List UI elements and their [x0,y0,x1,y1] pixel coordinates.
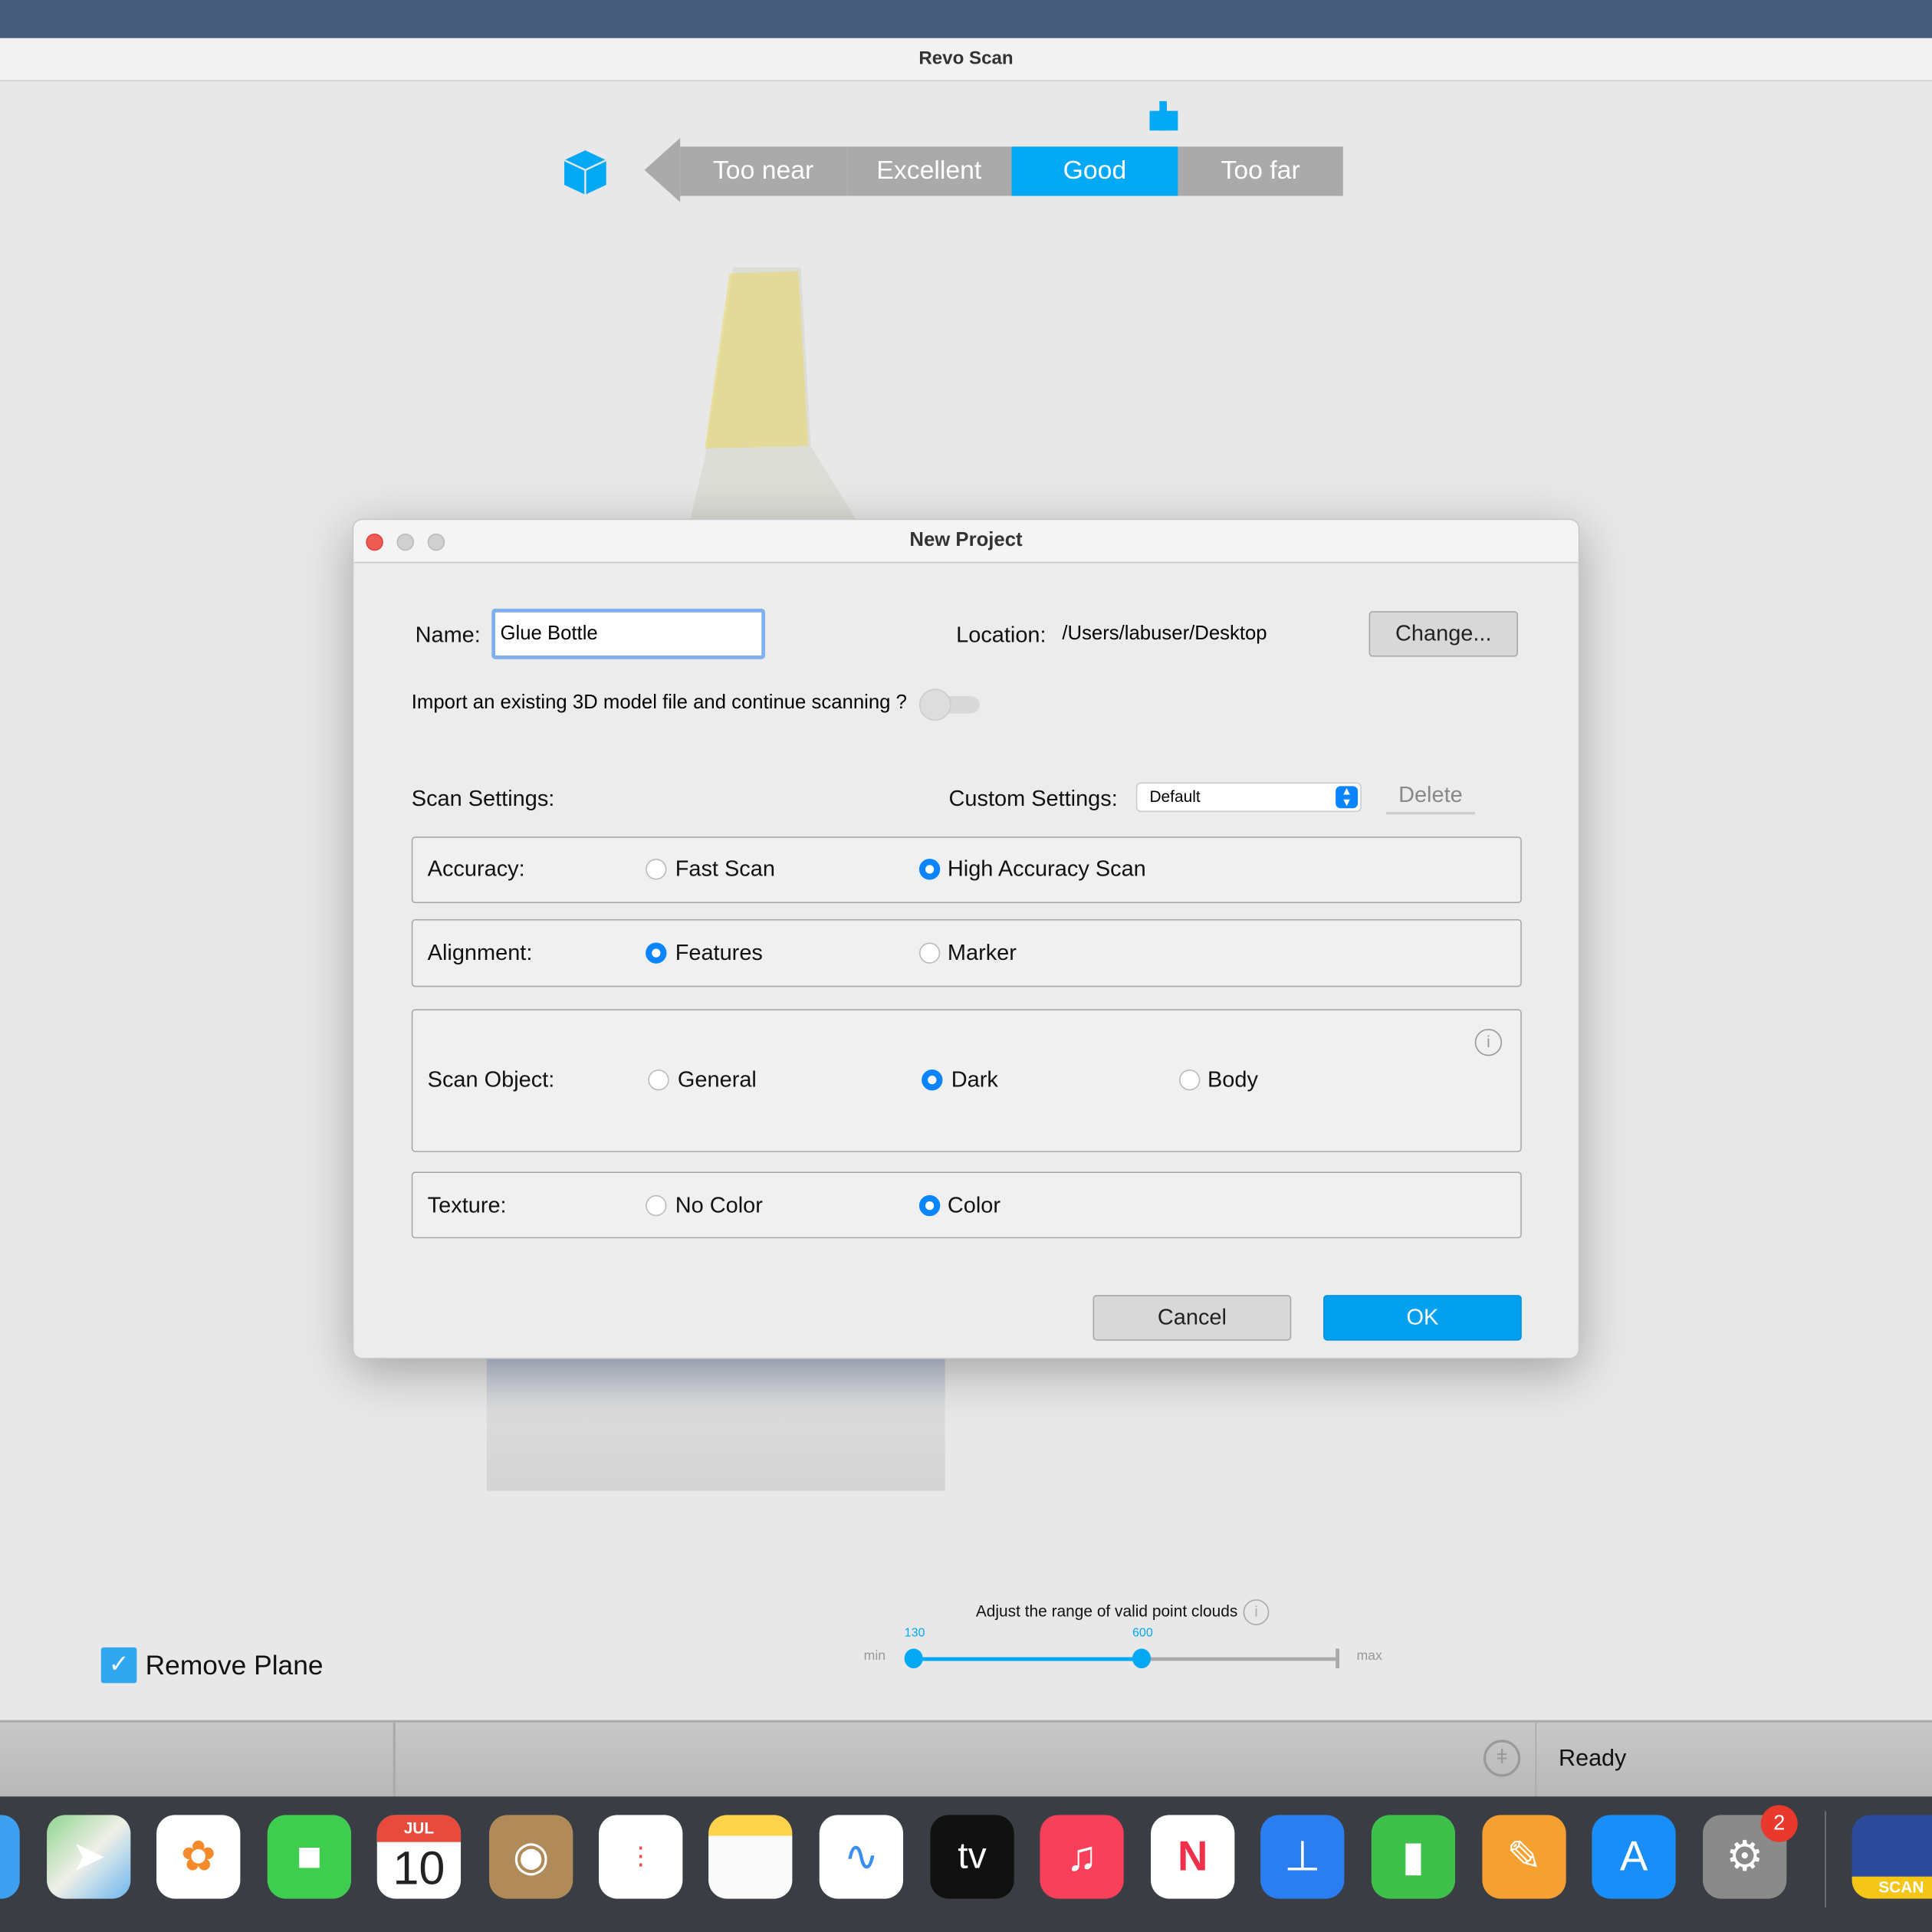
cube-icon[interactable] [563,149,607,196]
dock-maps-icon[interactable]: ➤ [47,1815,131,1899]
high-accuracy-radio[interactable] [918,859,941,880]
dock-photos-icon[interactable]: ✿ [156,1815,241,1899]
calendar-day: 10 [393,1843,445,1895]
range-max-label: max [1356,1648,1382,1664]
range-min-label: min [863,1648,886,1664]
range-high-handle[interactable] [1132,1648,1152,1669]
fast-scan-label[interactable]: Fast Scan [675,856,775,882]
point-cloud-preview [689,261,863,521]
chevron-updown-icon: ▲ ▼ [1336,786,1359,809]
tool-icon[interactable]: ǂ [1483,1740,1521,1777]
dock-facetime-icon[interactable]: ■ [267,1815,352,1899]
range-info-icon[interactable]: i [1243,1599,1270,1625]
custom-settings-select[interactable]: Default ▲ ▼ [1135,782,1362,813]
delete-button[interactable]: Delete [1386,783,1475,815]
accuracy-group: Accuracy: Fast Scan High Accuracy Scan [411,836,1522,904]
name-input[interactable]: Glue Bottle [491,608,766,659]
revo-scan-label: SCAN [1852,1876,1932,1899]
dock-freeform-icon[interactable]: ∿ [819,1815,904,1899]
range-low-value: 130 [904,1626,925,1641]
calendar-month: JUL [376,1815,462,1842]
scan-object-group: Scan Object: General Dark Body i [411,1009,1522,1152]
location-label: Location: [956,622,1046,647]
new-project-dialog: New Project Name: Glue Bottle Location: … [352,518,1580,1359]
status-bar: ǂ Ready [0,1720,1932,1797]
dock-tv-icon[interactable]: tv [930,1815,1014,1899]
distance-excellent: Excellent [846,146,1012,196]
custom-settings-label: Custom Settings: [948,786,1118,811]
dock-reminders-icon[interactable]: ⋮ [599,1815,683,1899]
range-high-value: 600 [1132,1626,1153,1641]
cancel-button[interactable]: Cancel [1092,1295,1292,1341]
status-divider [1535,1722,1537,1797]
fast-scan-radio[interactable] [646,859,667,880]
close-button[interactable] [366,533,383,551]
dock-keynote-icon[interactable]: ⊥ [1260,1815,1345,1899]
dock-music-icon[interactable]: ♫ [1040,1815,1124,1899]
marker-radio[interactable] [918,942,941,964]
zoom-button[interactable] [427,533,445,551]
tv-label: tv [958,1835,987,1877]
dark-label[interactable]: Dark [951,1067,998,1093]
dock-pages-icon[interactable]: ✎ [1482,1815,1566,1899]
color-radio[interactable] [918,1194,941,1217]
remove-plane-checkbox[interactable]: ✓ [100,1647,137,1684]
dock-news-icon[interactable]: N [1151,1815,1235,1899]
no-color-radio[interactable] [646,1194,667,1217]
location-value: /Users/labuser/Desktop [1062,623,1267,645]
dock-revo-scan-icon[interactable]: SCAN [1852,1815,1932,1899]
arrow-left-icon [644,137,682,202]
import-toggle[interactable] [918,688,980,721]
dock-numbers-icon[interactable]: ▮ [1371,1815,1456,1899]
import-label: Import an existing 3D model file and con… [411,692,907,714]
marker-label[interactable]: Marker [948,940,1017,966]
distance-too-far: Too far [1178,146,1343,196]
menu-bar [0,0,1932,38]
alignment-group: Alignment: Features Marker [411,918,1522,987]
info-icon[interactable]: i [1474,1028,1503,1056]
status-text: Ready [1559,1746,1627,1773]
name-input-value: Glue Bottle [500,623,598,645]
dock-notes-icon[interactable] [708,1815,793,1899]
window-title: Revo Scan [0,38,1932,82]
body-label[interactable]: Body [1208,1067,1258,1093]
distance-too-near: Too near [680,146,847,196]
change-button[interactable]: Change... [1368,611,1518,657]
remove-plane-label[interactable]: Remove Plane [146,1650,324,1682]
minimize-button[interactable] [396,533,414,551]
dialog-title: New Project [353,520,1579,564]
features-radio[interactable] [646,942,667,964]
no-color-label[interactable]: No Color [675,1193,763,1219]
dock-app-store-icon[interactable]: A [1592,1815,1676,1899]
dock-contacts-icon[interactable]: ◉ [489,1815,573,1899]
point-cloud-base [486,1355,945,1491]
accuracy-label: Accuracy: [427,856,525,882]
general-label[interactable]: General [678,1067,757,1093]
body-radio[interactable] [1179,1069,1201,1091]
scan-settings-label: Scan Settings: [411,786,555,811]
color-label[interactable]: Color [948,1193,1001,1219]
dock-finder-icon[interactable] [0,1815,20,1899]
custom-settings-value: Default [1149,787,1201,807]
features-label[interactable]: Features [675,940,763,966]
dark-radio[interactable] [922,1069,943,1091]
range-low-handle[interactable] [904,1648,923,1669]
range-label: Adjust the range of valid point clouds [975,1602,1238,1621]
dock-calendar-icon[interactable]: JUL 10 [376,1815,462,1899]
alignment-label: Alignment: [427,940,533,965]
high-accuracy-label[interactable]: High Accuracy Scan [948,856,1146,882]
texture-group: Texture: No Color Color [411,1171,1522,1239]
range-max-tick [1336,1648,1339,1669]
distance-good: Good [1011,146,1178,196]
dock-separator [1825,1811,1826,1907]
texture-label: Texture: [427,1192,507,1217]
scan-object-label: Scan Object: [427,1066,555,1092]
ok-button[interactable]: OK [1323,1295,1522,1341]
status-divider [393,1722,396,1797]
notification-badge: 2 [1760,1805,1798,1842]
range-fill [912,1657,1142,1661]
general-radio[interactable] [648,1069,669,1091]
name-label: Name: [415,622,481,647]
distance-pointer-icon [1149,100,1178,131]
